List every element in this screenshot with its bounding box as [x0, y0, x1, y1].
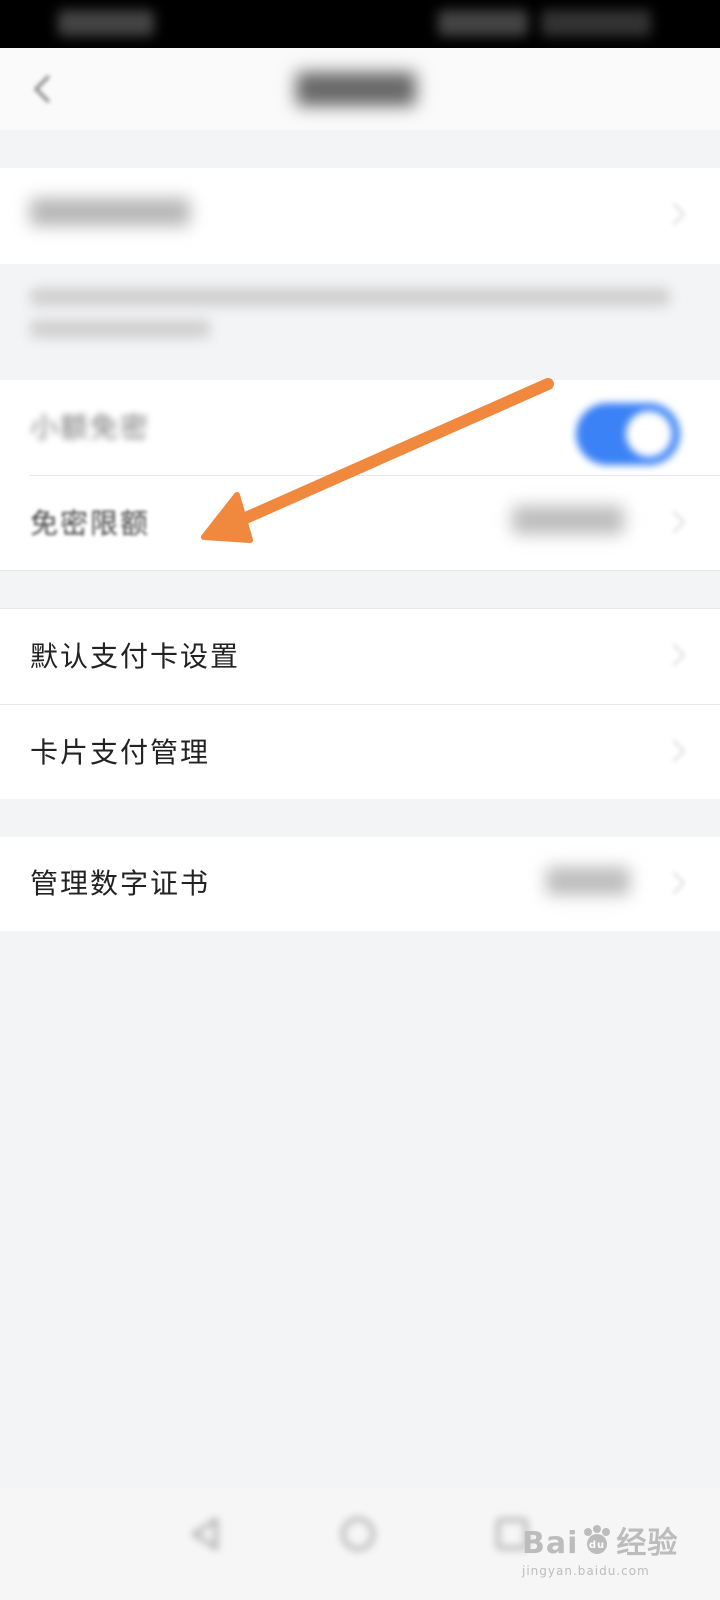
small-amount-free-toggle[interactable]	[576, 403, 680, 465]
chevron-right-icon	[662, 739, 686, 763]
free-limit-value-blurred	[512, 506, 632, 540]
small-amount-free-label: 小额免密	[30, 411, 151, 444]
status-right-blurred	[438, 10, 660, 40]
watermark-url: jingyan.baidu.com	[522, 1563, 650, 1578]
blurred-setting-row[interactable]	[0, 168, 720, 264]
back-button[interactable]	[28, 74, 58, 104]
baidu-jingyan-watermark: Bai du 经验 jingyan.baidu.com	[522, 1518, 682, 1594]
svg-text:du: du	[589, 1540, 605, 1551]
nav-home-button[interactable]	[338, 1514, 378, 1554]
section-divider	[0, 570, 720, 571]
status-bar	[0, 0, 720, 48]
chevron-right-icon	[662, 510, 686, 534]
toggle-knob	[626, 411, 672, 457]
watermark-logo: Bai du 经验	[522, 1518, 682, 1566]
blurred-description	[30, 288, 680, 352]
chevron-right-icon	[662, 871, 686, 895]
default-card-settings-row[interactable]: 默认支付卡设置	[0, 609, 720, 705]
small-amount-free-row: 小额免密	[0, 380, 720, 476]
card-payment-management-row[interactable]: 卡片支付管理	[0, 705, 720, 801]
header-bar	[0, 48, 720, 130]
nav-back-button[interactable]	[186, 1514, 226, 1554]
cards-card: 默认支付卡设置 卡片支付管理	[0, 609, 720, 799]
manage-certificate-label: 管理数字证书	[30, 867, 211, 900]
chevron-right-icon	[662, 202, 686, 226]
paw-icon: du	[580, 1524, 614, 1566]
chevron-right-icon	[662, 643, 686, 667]
blurred-row-label	[30, 198, 200, 232]
page-title-blurred	[296, 72, 424, 108]
certificate-status-blurred	[546, 867, 636, 901]
triangle-left-icon	[191, 1517, 218, 1551]
card-payment-management-label: 卡片支付管理	[30, 736, 211, 769]
manage-certificate-row[interactable]: 管理数字证书	[0, 837, 720, 931]
chevron-left-icon	[34, 75, 50, 103]
settings-card-top	[0, 168, 720, 264]
status-left-blurred	[58, 10, 162, 40]
free-limit-row[interactable]: 免密限额	[0, 476, 720, 572]
default-card-settings-label: 默认支付卡设置	[30, 640, 241, 673]
certificate-card: 管理数字证书	[0, 837, 720, 931]
circle-icon	[341, 1517, 375, 1551]
limits-card: 小额免密 免密限额	[0, 380, 720, 570]
free-limit-label: 免密限额	[30, 507, 151, 540]
